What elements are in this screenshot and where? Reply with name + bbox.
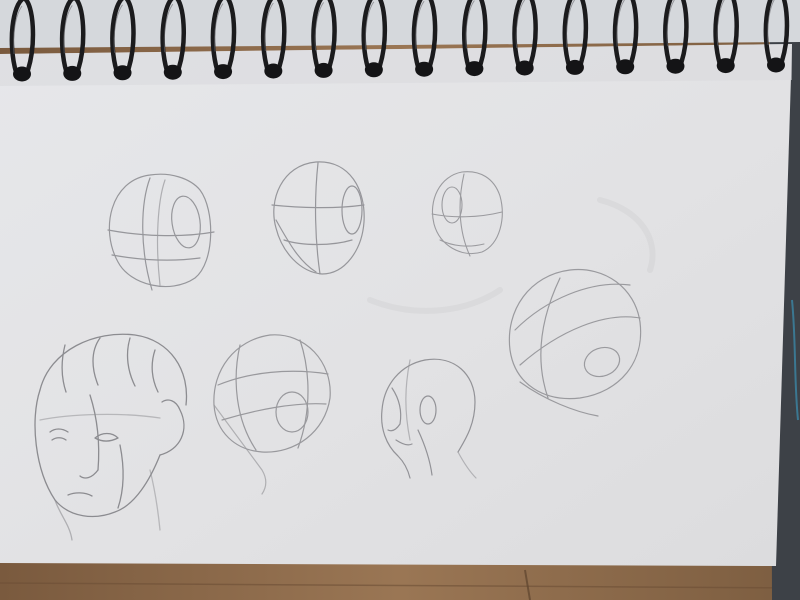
sketchbook-photo xyxy=(0,0,800,600)
back-page-strip xyxy=(0,0,800,48)
